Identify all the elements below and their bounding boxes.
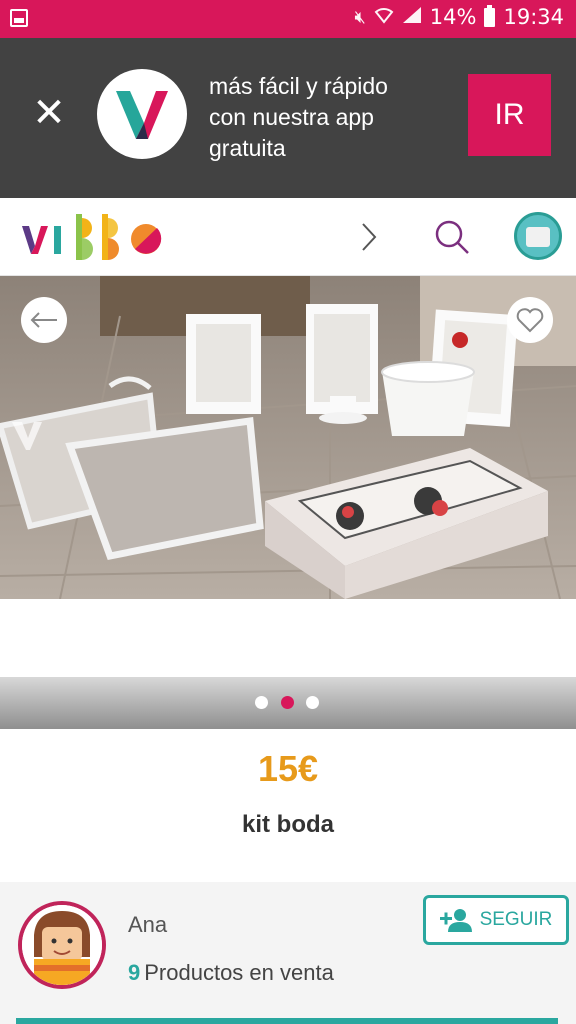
status-bar: 🔇︎ 14% 19:34 [0, 0, 576, 38]
battery-icon [484, 4, 496, 27]
avatar-face [526, 227, 550, 247]
promo-line-2: con nuestra app [209, 104, 374, 130]
wifi-icon [374, 6, 394, 29]
seller-avatar-image [22, 905, 102, 985]
favorite-button[interactable] [507, 297, 553, 343]
follow-button[interactable]: SEGUIR [423, 895, 569, 945]
seller-name[interactable]: Ana [128, 912, 167, 938]
carousel-dot-1[interactable] [255, 696, 268, 709]
clock: 19:34 [503, 5, 564, 29]
chevron-right-icon[interactable] [357, 220, 381, 259]
battery-percentage: 14% [429, 5, 477, 29]
seller-avatar[interactable] [18, 901, 106, 989]
promo-line-3: gratuita [209, 135, 286, 161]
heart-icon [516, 308, 544, 333]
app-logo [97, 69, 187, 159]
follow-label: SEGUIR [479, 909, 553, 930]
close-icon[interactable]: ✕ [26, 90, 72, 136]
status-icons: 🔇︎ 14% 19:34 [354, 4, 564, 29]
app-promo-banner: ✕ más fácil y rápido con nuestra app gra… [0, 38, 576, 198]
gallery-icon [10, 9, 28, 27]
back-button[interactable] [21, 297, 67, 343]
vibbo-logo[interactable] [22, 214, 164, 267]
arrow-left-icon [30, 312, 57, 328]
product-title: kit boda [241, 811, 334, 838]
photo-spacer [0, 599, 576, 677]
promo-line-1: más fácil y rápido [209, 73, 388, 99]
seller-products-count: 9 [128, 960, 141, 985]
carousel-dot-3[interactable] [306, 696, 319, 709]
top-header [0, 198, 576, 276]
product-price: 15€ [257, 748, 319, 789]
product-photo[interactable] [0, 276, 576, 599]
seller-products[interactable]: 9 Productos en venta [128, 960, 334, 986]
open-app-button[interactable]: IR [468, 74, 551, 156]
promo-text: más fácil y rápido con nuestra app gratu… [209, 71, 429, 164]
mute-icon: 🔇︎ [354, 6, 366, 28]
add-person-icon [439, 909, 472, 932]
carousel-dot-2[interactable] [281, 696, 294, 709]
profile-avatar[interactable] [514, 212, 562, 260]
bottom-accent-bar [16, 1018, 558, 1024]
seller-products-label: Productos en venta [144, 960, 334, 985]
search-icon[interactable] [432, 217, 472, 262]
signal-icon [402, 6, 422, 29]
